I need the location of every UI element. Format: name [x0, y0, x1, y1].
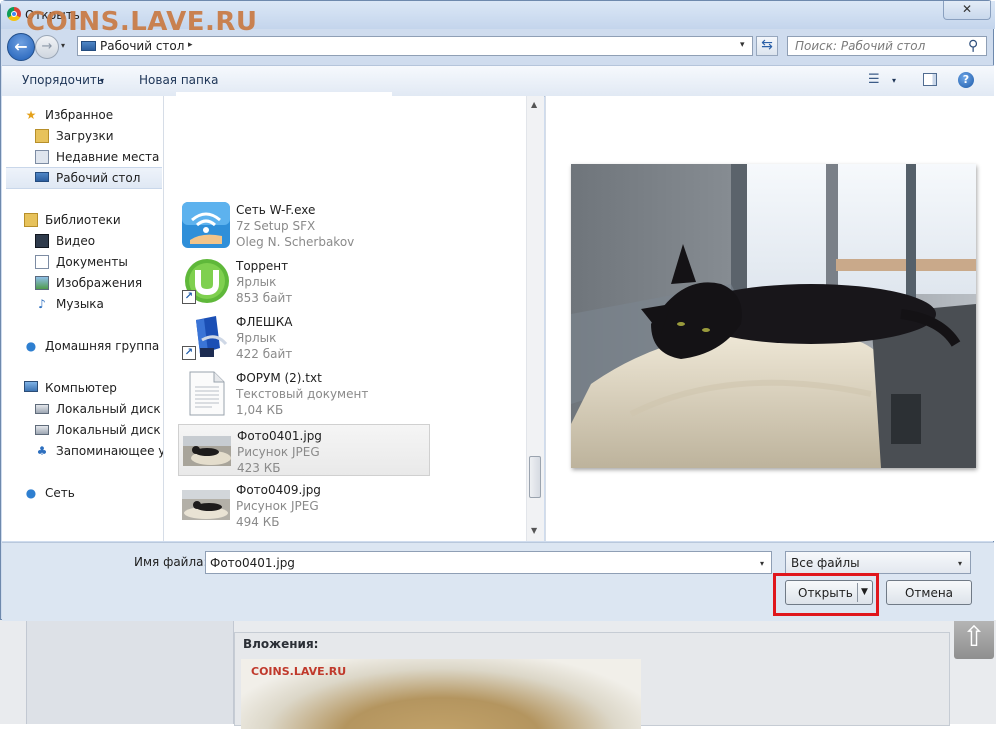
- organize-button[interactable]: Упорядочить: [22, 73, 104, 87]
- sidebar-item-disk-c[interactable]: Локальный диск (C: [2, 399, 163, 419]
- video-library-icon: [35, 234, 49, 248]
- sidebar-item-video[interactable]: Видео: [2, 231, 163, 251]
- text-file-icon: [182, 370, 230, 416]
- sidebar-item-documents[interactable]: Документы: [2, 252, 163, 272]
- chevron-down-icon[interactable]: ▾: [100, 76, 104, 85]
- sidebar-item-music[interactable]: ♪ Музыка: [2, 294, 163, 314]
- close-button[interactable]: ✕: [943, 1, 991, 20]
- cancel-button[interactable]: Отмена: [886, 580, 972, 605]
- arrow-right-icon: →: [41, 39, 53, 54]
- local-disk-icon: [35, 425, 49, 435]
- refresh-button[interactable]: ⇆: [756, 36, 778, 56]
- file-item-selected[interactable]: Фото0401.jpg Рисунок JPEG 423 КБ: [178, 424, 430, 476]
- view-options-icon[interactable]: ☰: [868, 73, 882, 87]
- file-item[interactable]: Фото0409.jpg Рисунок JPEG 494 КБ: [178, 479, 430, 531]
- downloads-folder-icon: [35, 129, 49, 143]
- file-item[interactable]: ↗ ФЛЕШКА Ярлык 422 байт: [178, 311, 430, 363]
- libraries-icon: [24, 213, 38, 227]
- file-item[interactable]: ФОРУМ (2).txt Текстовый документ 1,04 КБ: [178, 367, 430, 419]
- attachment-watermark: COINS.LAVE.RU: [251, 665, 347, 678]
- local-disk-icon: [35, 404, 49, 414]
- photo-preview: [571, 164, 976, 468]
- close-icon: ✕: [961, 2, 973, 16]
- preview-pane: [545, 96, 995, 541]
- computer-icon: [24, 381, 38, 392]
- sidebar-item-homegroup[interactable]: ● Домашняя группа: [2, 336, 163, 356]
- photo-thumbnail: [183, 428, 231, 474]
- breadcrumb-chevron-icon[interactable]: ▸: [188, 40, 193, 50]
- chevron-down-icon: ▾: [958, 559, 963, 568]
- chevron-down-icon[interactable]: ▾: [760, 559, 764, 568]
- forward-button[interactable]: →: [35, 35, 59, 59]
- sidebar-item-recent[interactable]: Недавние места: [2, 147, 163, 167]
- open-file-dialog: Открыть ✕ ← → ▾ Рабочий стол ▸ ▾ ⇆ Поиск…: [0, 0, 995, 621]
- wifi-icon: [182, 202, 230, 248]
- view-dropdown-icon[interactable]: ▾: [892, 76, 896, 85]
- removable-storage-icon: ♣: [36, 444, 48, 458]
- file-name-input[interactable]: Фото0401.jpg ▾: [205, 551, 772, 574]
- sidebar-item-pictures[interactable]: Изображения: [2, 273, 163, 293]
- file-list-scrollbar[interactable]: ▲ ▼: [526, 96, 544, 541]
- sidebar-item-network[interactable]: ● Сеть: [2, 483, 163, 503]
- desktop-icon: [81, 41, 96, 51]
- recent-places-icon: [35, 150, 49, 164]
- desktop-icon: [35, 172, 49, 182]
- sidebar-item-favorites[interactable]: ★ Избранное: [2, 105, 163, 125]
- arrow-left-icon: ←: [14, 37, 28, 56]
- usb-flash-icon: ↗: [182, 314, 230, 360]
- address-bar[interactable]: Рабочий стол ▸ ▾: [77, 36, 753, 56]
- address-dropdown-icon[interactable]: ▾: [740, 40, 745, 50]
- shortcut-arrow-icon: ↗: [182, 346, 196, 360]
- attachments-title: Вложения:: [243, 637, 319, 651]
- search-icon[interactable]: ⚲: [968, 38, 978, 54]
- sidebar-item-removable[interactable]: ♣ Запоминающее ус: [2, 441, 163, 461]
- file-type-value: Все файлы: [791, 556, 860, 570]
- file-item[interactable]: Сеть W-F.exe 7z Setup SFX Oleg N. Scherb…: [178, 199, 430, 251]
- photo-thumbnail: [182, 482, 230, 528]
- preview-pane-toggle-icon[interactable]: [923, 73, 937, 86]
- file-name-value[interactable]: Фото0401.jpg: [210, 556, 295, 570]
- back-button[interactable]: ←: [7, 33, 35, 61]
- address-path[interactable]: Рабочий стол: [100, 39, 184, 53]
- sidebar-item-disk-e[interactable]: Локальный диск (E:: [2, 420, 163, 440]
- list-top-strip: [176, 92, 392, 102]
- recent-pages-button[interactable]: ▾: [61, 39, 73, 53]
- file-name-label: Имя файла:: [134, 555, 208, 569]
- shortcut-arrow-icon: ↗: [182, 290, 196, 304]
- utorrent-icon: ↗: [182, 258, 230, 304]
- sidebar-item-libraries[interactable]: Библиотеки: [2, 210, 163, 230]
- command-bar: Упорядочить ▾ Новая папка ☰ ▾ ?: [2, 65, 994, 97]
- background-left-column: [26, 620, 234, 724]
- sidebar-item-downloads[interactable]: Загрузки: [2, 126, 163, 146]
- pictures-library-icon: [35, 276, 49, 290]
- help-icon[interactable]: ?: [958, 72, 974, 88]
- homegroup-icon: ●: [25, 339, 37, 353]
- scrollbar-thumb[interactable]: [529, 456, 541, 498]
- documents-library-icon: [35, 255, 49, 269]
- attachment-coin-image[interactable]: COINS.LAVE.RU: [241, 659, 641, 729]
- sidebar-item-desktop[interactable]: Рабочий стол: [6, 167, 162, 189]
- music-library-icon: ♪: [38, 297, 46, 311]
- chrome-icon: [7, 7, 21, 21]
- star-icon: ★: [25, 108, 37, 122]
- file-item[interactable]: ↗ Торрент Ярлык 853 байт: [178, 255, 430, 307]
- file-type-select[interactable]: Все файлы ▾: [785, 551, 971, 574]
- navigation-pane: ★ Избранное Загрузки Недавние места Рабо…: [2, 96, 164, 541]
- search-input[interactable]: Поиск: Рабочий стол ⚲: [787, 36, 987, 56]
- scroll-up-icon[interactable]: ▲: [531, 100, 537, 109]
- search-placeholder: Поиск: Рабочий стол: [795, 39, 926, 53]
- cancel-button-label: Отмена: [904, 586, 954, 600]
- open-button-highlight: [773, 573, 879, 616]
- refresh-icon: ⇆: [761, 37, 773, 53]
- file-list: Сеть W-F.exe 7z Setup SFX Oleg N. Scherb…: [164, 92, 544, 541]
- site-watermark: COINS.LAVE.RU: [26, 7, 258, 37]
- file-name-bar: Имя файла: Фото0401.jpg ▾ Все файлы ▾ От…: [2, 542, 994, 621]
- scroll-down-icon[interactable]: ▼: [531, 526, 537, 535]
- sidebar-item-computer[interactable]: Компьютер: [2, 378, 163, 398]
- attachments-panel: Вложения: COINS.LAVE.RU: [234, 632, 950, 729]
- network-icon: ●: [25, 486, 37, 500]
- arrow-up-icon: ⇧: [962, 620, 986, 653]
- new-folder-button[interactable]: Новая папка: [139, 73, 218, 87]
- scroll-to-top-button[interactable]: ⇧: [954, 617, 994, 659]
